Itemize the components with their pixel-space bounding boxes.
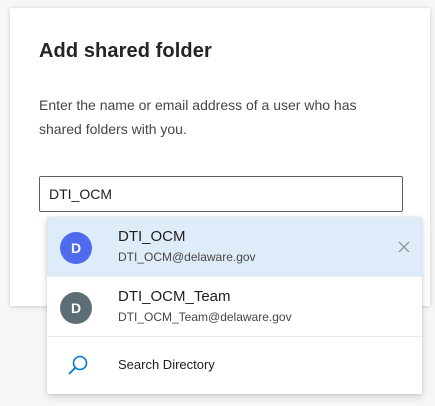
suggestion-name: DTI_OCM — [118, 228, 186, 245]
close-icon — [398, 241, 410, 253]
dialog-title: Add shared folder — [39, 40, 212, 62]
search-directory-button[interactable]: Search Directory — [47, 337, 422, 394]
suggestion-name: DTI_OCM_Team — [118, 288, 231, 305]
user-search-input[interactable] — [39, 176, 403, 212]
suggestion-item[interactable]: D DTI_OCM_Team DTI_OCM_Team@delaware.gov — [47, 277, 422, 337]
suggestions-dropdown: D DTI_OCM DTI_OCM@delaware.gov D DTI_OCM… — [47, 217, 422, 394]
search-icon — [68, 355, 88, 375]
suggestion-email: DTI_OCM_Team@delaware.gov — [118, 310, 292, 324]
suggestion-email: DTI_OCM@delaware.gov — [118, 250, 256, 264]
avatar: D — [60, 292, 92, 324]
dialog-description: Enter the name or email address of a use… — [39, 97, 357, 137]
search-directory-label: Search Directory — [118, 357, 215, 372]
avatar: D — [60, 232, 92, 264]
suggestion-item[interactable]: D DTI_OCM DTI_OCM@delaware.gov — [47, 217, 422, 277]
remove-suggestion-button[interactable] — [392, 235, 416, 259]
